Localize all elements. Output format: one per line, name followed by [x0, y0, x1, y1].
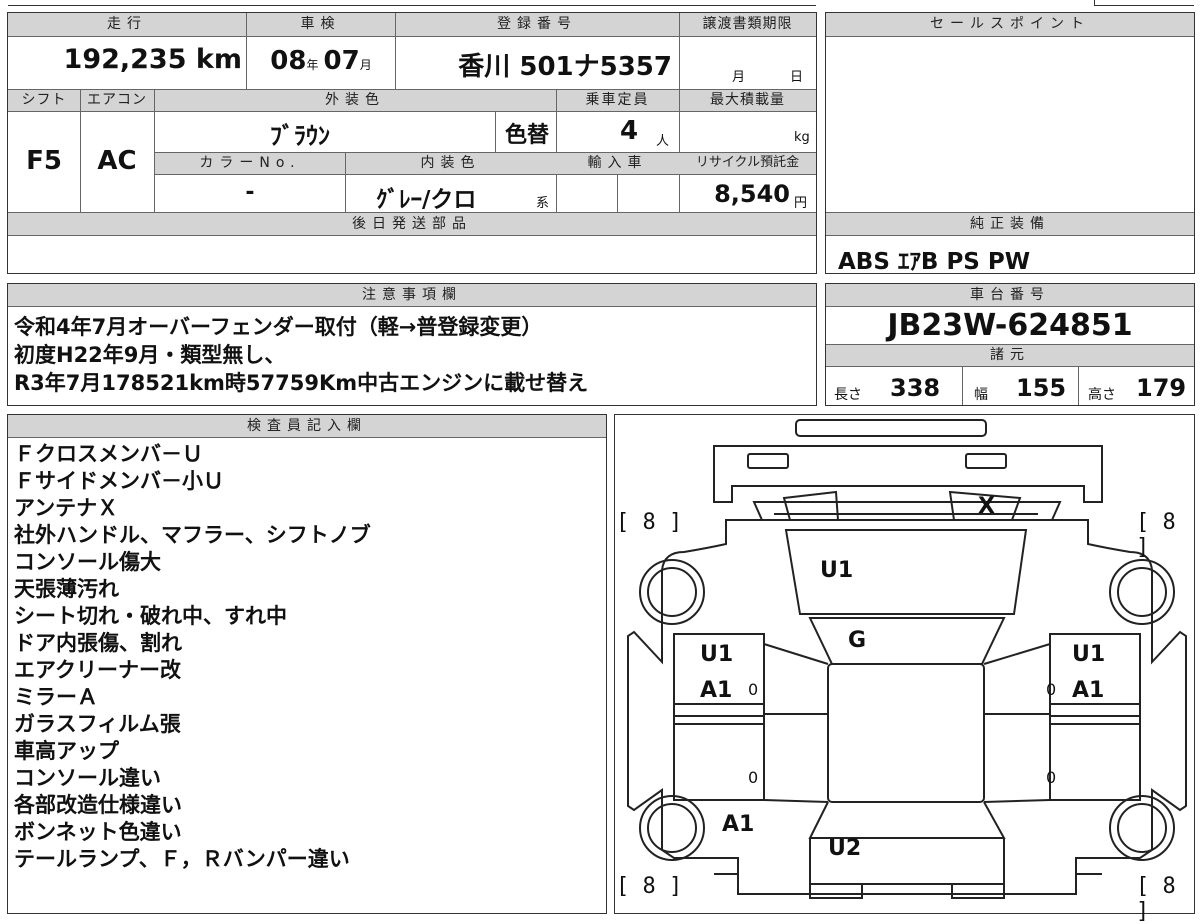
inspector-line: ガラスフィルム張 [14, 712, 181, 736]
height-value: 179 [1136, 374, 1187, 402]
damage-mark-left-a1: A1 [700, 678, 733, 703]
shift-header: シフト [8, 90, 80, 112]
inspector-line: ミラーＡ [14, 685, 98, 709]
ac-value: AC [97, 146, 137, 176]
damage-mark-u2: U2 [828, 836, 862, 861]
shaken-month: 07 [323, 46, 360, 76]
deadline-month: 月 [732, 70, 746, 85]
shaken-header: 車検 [246, 13, 395, 37]
inspector-line: ドア内張傷、割れ [14, 631, 182, 655]
dims-header: 諸元 [826, 345, 1194, 367]
mileage-header: 走行 [8, 13, 246, 37]
ac-header: エアコン [80, 90, 154, 112]
inspector-line: シート切れ・破れ中、すれ中 [14, 604, 287, 628]
damage-mark-rear-left-a1: A1 [722, 812, 755, 837]
sales-point-header: セールスポイント [826, 13, 1194, 37]
damage-mark-right-a1: A1 [1072, 678, 1105, 703]
notes-header: 注意事項欄 [8, 284, 816, 307]
recycle-unit: 円 [794, 196, 808, 211]
height-label: 高さ [1088, 387, 1116, 403]
capacity-value: 4 [620, 116, 639, 146]
color-no-value: - [245, 180, 255, 205]
equipment-header: 純正装備 [826, 213, 1194, 236]
shift-value: F5 [26, 146, 62, 176]
color-no-header: カラーNo. [155, 153, 345, 175]
damage-mark-x: X [978, 494, 995, 519]
top-cutoff-row [8, 0, 816, 6]
inspector-line: テールランプ、Ｆ，Ｒバンパー違い [14, 847, 350, 871]
shaken-value: 08年 07月 [250, 46, 392, 76]
shaken-year-unit: 年 [306, 58, 319, 72]
recycle-value: 8,540 [714, 180, 790, 208]
inspector-line: 社外ハンドル、マフラー、シフトノブ [14, 523, 371, 547]
chassis-header: 車台番号 [826, 284, 1194, 307]
recycle-header: リサイクル預託金 [679, 153, 816, 175]
damage-mark-left-u1: U1 [700, 642, 734, 667]
shaken-month-unit: 月 [359, 58, 372, 72]
int-color-value: ｸﾞﾚｰ/クロ [376, 187, 477, 213]
equipment-items: ABS ｴｱB PS PW [838, 249, 1031, 275]
inspector-notes: Ｆクロスメンバ－Ｕ Ｆサイドメンバ－小Ｕ アンテナＸ 社外ハンドル、マフラー、シ… [14, 441, 604, 873]
inspector-line: 各部改造仕様違い [14, 793, 182, 817]
tire-tread-front-right: [ 8 ] [1136, 510, 1176, 560]
inspector-line: アンテナＸ [14, 496, 119, 520]
int-color-header: 内装色 [345, 153, 556, 175]
inspector-line: エアクリーナー改 [14, 658, 181, 682]
tire-tread-rear-left: [ 8 ] [616, 874, 683, 899]
width-label: 幅 [974, 387, 988, 403]
length-label: 長さ [834, 387, 862, 403]
capacity-header: 乗車定員 [556, 90, 679, 112]
ext-color-value: ﾌﾞﾗｳﾝ [270, 122, 330, 150]
zero-mark: 0 [748, 680, 759, 699]
inspector-line: 天張薄汚れ [14, 577, 119, 601]
length-value: 338 [890, 374, 941, 402]
notes-line-1: 令和4年7月オーバーフェンダー取付（軽→普登録変更） [14, 315, 543, 339]
ext-color-header: 外装色 [154, 90, 556, 112]
shaken-year: 08 [270, 46, 307, 76]
damage-mark-hood-u1: U1 [820, 558, 854, 583]
int-color-suffix: 系 [536, 196, 550, 211]
registration-number: 香川 501ナ5357 [458, 52, 672, 82]
registration-header: 登録番号 [395, 13, 679, 37]
deadline-header: 譲渡書類期限 [679, 13, 816, 37]
load-header: 最大積載量 [679, 90, 816, 112]
deadline-day: 日 [790, 70, 804, 85]
inspector-line: Ｆクロスメンバ－Ｕ [14, 442, 203, 466]
chassis-number: JB23W-624851 [887, 308, 1133, 343]
mileage-value: 192,235 km [63, 44, 242, 75]
zero-mark: 0 [1046, 680, 1057, 699]
tire-tread-front-left: [ 8 ] [616, 510, 683, 535]
import-header: 輸入車 [556, 153, 679, 175]
top-cutoff-right [1094, 0, 1194, 6]
inspector-header: 検査員記入欄 [8, 415, 606, 438]
inspector-line: Ｆサイドメンバ－小Ｕ [14, 469, 224, 493]
inspector-line: ボンネット色違い [14, 820, 182, 844]
notes-line-2: 初度H22年9月・類型無し、 [14, 343, 286, 367]
notes-line-3: R3年7月178521km時57759Km中古エンジンに載せ替え [14, 371, 589, 395]
inspector-line: コンソール傷大 [14, 550, 161, 574]
capacity-unit: 人 [656, 134, 670, 149]
tire-tread-rear-right: [ 8 ] [1136, 874, 1176, 924]
load-unit: kg [794, 130, 810, 145]
damage-mark-right-u1: U1 [1072, 642, 1106, 667]
zero-mark: 0 [1046, 768, 1057, 787]
color-change-label: 色替 [504, 123, 549, 148]
damage-mark-g: G [848, 628, 867, 653]
width-value: 155 [1016, 374, 1067, 402]
zero-mark: 0 [748, 768, 759, 787]
inspector-line: コンソール違い [14, 766, 161, 790]
later-parts-header: 後日発送部品 [8, 213, 816, 236]
inspector-line: 車高アップ [14, 739, 119, 763]
